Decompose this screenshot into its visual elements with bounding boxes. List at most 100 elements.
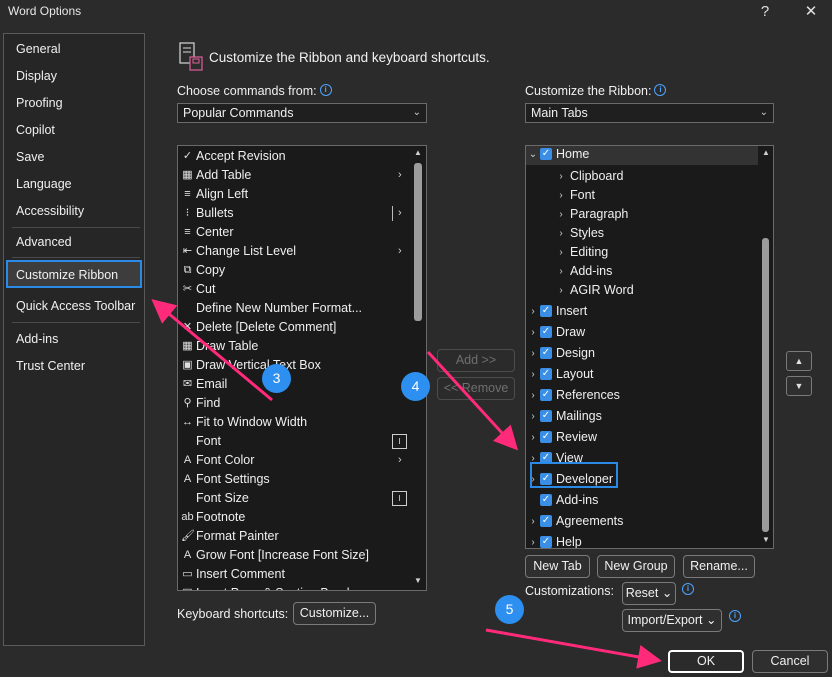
customize-keyboard-button[interactable]: Customize...	[293, 602, 376, 625]
command-item[interactable]: ▦ Add Table ›	[178, 166, 408, 185]
checkbox[interactable]: ✓	[540, 494, 552, 506]
command-item[interactable]: ▣ Draw Vertical Text Box	[178, 356, 408, 375]
chevron-down-icon[interactable]: ⌄	[528, 146, 538, 165]
nav-item-advanced[interactable]: Advanced	[16, 235, 72, 249]
command-item[interactable]: A Font Color ›	[178, 451, 408, 470]
nav-item-copilot[interactable]: Copilot	[16, 123, 55, 137]
command-item[interactable]: ✂ Cut	[178, 280, 408, 299]
checkbox[interactable]: ✓	[540, 536, 552, 548]
chevron-right-icon[interactable]: ›	[528, 532, 538, 548]
command-item[interactable]: A Font Settings	[178, 470, 408, 489]
command-item[interactable]: 🖌 Format Painter	[178, 527, 408, 546]
nav-item-trust-center[interactable]: Trust Center	[16, 359, 85, 373]
help-button[interactable]: ?	[751, 2, 779, 24]
checkbox[interactable]: ✓	[540, 389, 552, 401]
checkbox[interactable]: ✓	[540, 515, 552, 527]
command-item[interactable]: A Grow Font [Increase Font Size]	[178, 546, 408, 565]
command-item[interactable]: ≡ Align Left	[178, 185, 408, 204]
ribbon-tree-item[interactable]: ⌄ ✓ Home	[526, 146, 758, 165]
command-item[interactable]: ▭ Insert Comment	[178, 565, 408, 584]
chevron-right-icon[interactable]: ›	[528, 406, 538, 427]
ribbon-tree-item[interactable]: › ✓ Review	[526, 427, 758, 448]
ribbon-tree-item[interactable]: › ✓ Insert	[526, 301, 758, 322]
command-item[interactable]: ⁝ Bullets ›	[178, 204, 408, 223]
command-item[interactable]: ✉ Email	[178, 375, 408, 394]
chevron-right-icon[interactable]: ›	[528, 343, 538, 364]
move-up-button[interactable]: ▲	[786, 351, 812, 371]
reset-button[interactable]: Reset ⌄	[622, 582, 676, 605]
chevron-right-icon[interactable]: ›	[556, 204, 566, 225]
nav-item-display[interactable]: Display	[16, 69, 57, 83]
nav-item-save[interactable]: Save	[16, 150, 45, 164]
remove-button[interactable]: << Remove	[437, 377, 515, 400]
command-item[interactable]: ab Footnote	[178, 508, 408, 527]
ribbon-tree-item[interactable]: › ✓ Layout	[526, 364, 758, 385]
choose-commands-dropdown[interactable]: Popular Commands ⌄	[177, 103, 427, 123]
command-item[interactable]: Font I	[178, 432, 408, 451]
chevron-right-icon[interactable]: ›	[528, 301, 538, 322]
scroll-thumb[interactable]	[762, 238, 769, 532]
ribbon-tree-item[interactable]: › ✓ Help	[526, 532, 758, 548]
ribbon-tree-item[interactable]: › Styles	[526, 223, 758, 244]
nav-item-add-ins[interactable]: Add-ins	[16, 332, 58, 346]
chevron-right-icon[interactable]: ›	[528, 385, 538, 406]
command-item[interactable]: ↔ Fit to Window Width	[178, 413, 408, 432]
import-export-button[interactable]: Import/Export ⌄	[622, 609, 722, 632]
ribbon-tree-item[interactable]: › Editing	[526, 242, 758, 263]
chevron-right-icon[interactable]: ›	[556, 280, 566, 301]
chevron-right-icon[interactable]: ›	[528, 511, 538, 532]
nav-item-customize-ribbon[interactable]: Customize Ribbon	[16, 268, 118, 282]
command-item[interactable]: Font Size I	[178, 489, 408, 508]
ribbon-tree-item[interactable]: › Paragraph	[526, 204, 758, 225]
new-tab-button[interactable]: New Tab	[525, 555, 590, 578]
command-item[interactable]: Define New Number Format...	[178, 299, 408, 318]
ribbon-tree-item[interactable]: › Font	[526, 185, 758, 206]
ribbon-tree-item[interactable]: › Clipboard	[526, 166, 758, 187]
chevron-right-icon[interactable]: ›	[556, 261, 566, 282]
command-item[interactable]: ✕ Delete [Delete Comment]	[178, 318, 408, 337]
chevron-right-icon[interactable]: ›	[528, 427, 538, 448]
command-item[interactable]: ⇤ Change List Level ›	[178, 242, 408, 261]
new-group-button[interactable]: New Group	[597, 555, 675, 578]
ribbon-scrollbar[interactable]: ▲ ▼	[758, 146, 773, 548]
chevron-right-icon[interactable]: ›	[556, 166, 566, 187]
scroll-up-icon[interactable]: ▲	[412, 148, 424, 157]
checkbox[interactable]: ✓	[540, 368, 552, 380]
nav-item-accessibility[interactable]: Accessibility	[16, 204, 84, 218]
nav-item-quick-access-toolbar[interactable]: Quick Access Toolbar	[16, 299, 135, 313]
cancel-button[interactable]: Cancel	[752, 650, 828, 673]
chevron-right-icon[interactable]: ›	[528, 364, 538, 385]
scroll-down-icon[interactable]: ▼	[412, 576, 424, 585]
command-item[interactable]: ⧉ Copy	[178, 261, 408, 280]
info-icon[interactable]: i	[654, 84, 667, 96]
checkbox[interactable]: ✓	[540, 148, 552, 160]
ribbon-tree-item[interactable]: › ✓ Agreements	[526, 511, 758, 532]
checkbox[interactable]: ✓	[540, 326, 552, 338]
command-item[interactable]: ≡ Center	[178, 223, 408, 242]
checkbox[interactable]: ✓	[540, 410, 552, 422]
command-item[interactable]: ▤Insert Page & Section Breaks	[178, 584, 408, 590]
ribbon-tree-item[interactable]: › ✓ References	[526, 385, 758, 406]
chevron-right-icon[interactable]: ›	[556, 185, 566, 206]
ribbon-tree-item[interactable]: › ✓ Draw	[526, 322, 758, 343]
rename-button[interactable]: Rename...	[683, 555, 755, 578]
scroll-down-icon[interactable]: ▼	[760, 535, 772, 544]
commands-scrollbar[interactable]: ▲ ▼	[410, 146, 426, 590]
ribbon-tree-item[interactable]: › AGIR Word	[526, 280, 758, 301]
command-item[interactable]: ▦ Draw Table	[178, 337, 408, 356]
ribbon-tree-item[interactable]: › ✓ Mailings	[526, 406, 758, 427]
customize-ribbon-dropdown[interactable]: Main Tabs ⌄	[525, 103, 774, 123]
info-icon[interactable]: i	[726, 610, 741, 624]
ribbon-tree-item[interactable]: › Add-ins	[526, 261, 758, 282]
ribbon-tree-item[interactable]: › ✓ Design	[526, 343, 758, 364]
chevron-right-icon[interactable]: ›	[528, 322, 538, 343]
info-icon[interactable]: i	[319, 84, 332, 96]
add-button[interactable]: Add >>	[437, 349, 515, 372]
ok-button[interactable]: OK	[668, 650, 744, 673]
checkbox[interactable]: ✓	[540, 347, 552, 359]
close-button[interactable]: ✕	[797, 2, 825, 24]
chevron-right-icon[interactable]: ›	[556, 223, 566, 244]
checkbox[interactable]: ✓	[540, 305, 552, 317]
info-icon[interactable]: i	[679, 583, 694, 597]
scroll-up-icon[interactable]: ▲	[760, 148, 772, 157]
